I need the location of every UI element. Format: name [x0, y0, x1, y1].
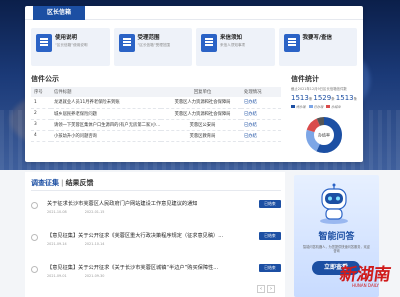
col-header: 回复单位: [161, 87, 241, 97]
robot-icon: [320, 183, 348, 224]
card-scope[interactable]: 受理范围 “区长信箱”受理范围: [113, 28, 192, 66]
item-title[interactable]: 【意见征集】关于公开征求《芙蓉区重大行政决策程序规定（征求意见稿）...: [47, 232, 247, 239]
cell-dept: 芙蓉区教育局: [161, 130, 241, 142]
cell-dept: 芙蓉区公安局: [161, 119, 241, 131]
brand-watermark: 新湖南: [338, 265, 393, 285]
letters-table: 序号 信件标题 回复单位 处理情况 1 龙退就业人员11月养老保险未到账 芙蓉区…: [31, 87, 281, 142]
guide-cards: 使用说明 “区长信箱”使用说明 受理范围 “区长信箱”受理范围 来信须知 来信人…: [31, 28, 357, 66]
brand-watermark-sub: HUNAN DAILY: [352, 283, 379, 288]
bullet-icon: [31, 234, 38, 241]
table-row[interactable]: 1 龙退就业人员11月养老保险未到账 芙蓉区人力资源和社会保障局 已办结: [31, 97, 281, 109]
card-write-query[interactable]: 我要写/查信: [278, 28, 357, 66]
status-button[interactable]: 已结束: [259, 232, 281, 240]
card-desc: 来信人须知事项: [220, 43, 246, 47]
card-notice[interactable]: 来信须知 来信人须知事项: [196, 28, 275, 66]
status-button[interactable]: 已结束: [259, 264, 281, 272]
section-title: 信件统计: [291, 75, 319, 83]
panel-tabbar: 区长信箱: [25, 6, 363, 20]
next-page-button[interactable]: ›: [267, 285, 275, 293]
promo-desc: 智能问答机器人，为您提供快速问答服务，欢迎咨询: [303, 245, 370, 254]
letter-stats: 信件统计 截止2021年12月9日区长信箱信件数 1513条 1529条 151…: [291, 74, 357, 155]
cell-index: 4: [31, 130, 51, 142]
svg-text:办结率: 办结率: [318, 132, 330, 138]
cell-status: 已办结: [241, 97, 281, 109]
count-done: 1513条: [335, 94, 357, 102]
item-dates: 2021-09-01 2021-09-30: [47, 274, 105, 278]
col-header: 序号: [31, 87, 51, 97]
section-title: 信件公示: [31, 75, 59, 83]
cell-index: 1: [31, 97, 51, 109]
cell-status: 已办结: [241, 130, 281, 142]
survey-tabs: 调查征集 | 结果反馈: [31, 179, 94, 187]
card-title: 我要写/查信: [302, 35, 333, 41]
cell-index: 2: [31, 108, 51, 120]
card-title: 受理范围: [137, 35, 160, 41]
list-item[interactable]: 关于征求长沙市芙蓉区人民政府门户网站建设工作意见建议的通知 2021-10-08…: [31, 196, 281, 224]
table-row[interactable]: 4 小孩幼升小的问题咨询 芙蓉区教育局 已办结: [31, 130, 281, 142]
cell-title[interactable]: 城乡居民养老保险问题: [51, 108, 161, 120]
col-header: 处理情况: [241, 87, 281, 97]
table-row[interactable]: 3 请领一下芙蓉区集体户口生源四的(有户无房第二家)小... 芙蓉区公安局 已办…: [31, 119, 281, 131]
mail-icon: [283, 34, 300, 52]
tab-mayor-mailbox[interactable]: 区长信箱: [33, 6, 86, 20]
item-title[interactable]: 关于征求长沙市芙蓉区人民政府门户网站建设工作意见建议的通知: [47, 200, 247, 207]
status-button[interactable]: 已结束: [259, 200, 281, 208]
card-instructions[interactable]: 使用说明 “区长信箱”使用说明: [31, 28, 110, 66]
card-title: 使用说明: [55, 35, 78, 41]
cell-status: 已办结: [241, 108, 281, 120]
cell-title[interactable]: 龙退就业人员11月养老保险未到账: [51, 97, 161, 109]
letters-public: 信件公示 序号 信件标题 回复单位 处理情况 1 龙退就业人员11月养老保险未到…: [31, 74, 281, 142]
col-header: 信件标题: [51, 87, 161, 97]
stats-donut: 办结率: [304, 115, 344, 155]
cell-status: 已办结: [241, 119, 281, 131]
cell-title[interactable]: 小孩幼升小的问题咨询: [51, 130, 161, 142]
notice-icon: [201, 34, 217, 52]
cell-title[interactable]: 请领一下芙蓉区集体户口生源四的(有户无房第二家)小...: [51, 119, 161, 131]
stats-legend: 待办理 已办理 办结中: [291, 104, 357, 109]
scope-icon: [118, 34, 135, 52]
document-icon: [36, 34, 52, 52]
stats-subtitle: 截止2021年12月9日区长信箱信件数: [291, 87, 347, 91]
card-desc: “区长信箱”使用说明: [55, 43, 88, 47]
table-row[interactable]: 2 城乡居民养老保险问题 芙蓉区人力资源和社会保障局 已办结: [31, 108, 281, 120]
bullet-icon: [31, 202, 38, 209]
survey-section: 调查征集 | 结果反馈 关于征求长沙市芙蓉区人民政府门户网站建设工作意见建议的通知 …: [25, 172, 285, 297]
list-item[interactable]: 【意见征集】关于公开征求《芙蓉区重大行政决策程序规定（征求意见稿）... 202…: [31, 228, 281, 256]
pager: ‹ ›: [257, 285, 275, 293]
mailbox-panel: 区长信箱 使用说明 “区长信箱”使用说明 受理范围 “区长信箱”受理范围 来信须…: [25, 6, 363, 162]
stats-counts: 1513条 1529条 1513条: [291, 94, 357, 102]
prev-page-button[interactable]: ‹: [257, 285, 265, 293]
promo-title: 智能问答: [318, 232, 355, 242]
count-total: 1513条: [291, 94, 313, 102]
count-replied: 1529条: [313, 94, 335, 102]
tab-survey[interactable]: 调查征集: [31, 179, 59, 187]
cell-index: 3: [31, 119, 51, 131]
item-title[interactable]: 【意见征集】关于公开征求《关于长沙市芙蓉区城镇“半边户”购买保障性...: [47, 264, 247, 271]
cell-dept: 芙蓉区人力资源和社会保障局: [161, 108, 241, 120]
card-title: 来信须知: [220, 35, 243, 41]
list-item[interactable]: 【意见征集】关于公开征求《关于长沙市芙蓉区城镇“半边户”购买保障性... 202…: [31, 260, 281, 288]
card-desc: “区长信箱”受理范围: [137, 43, 170, 47]
tab-feedback[interactable]: 结果反馈: [66, 179, 94, 187]
cell-dept: 芙蓉区人力资源和社会保障局: [161, 97, 241, 109]
item-dates: 2021-09-14 2021-10-14: [47, 242, 105, 246]
item-dates: 2021-10-08 2022-01-15: [47, 210, 105, 214]
bullet-icon: [31, 266, 38, 273]
